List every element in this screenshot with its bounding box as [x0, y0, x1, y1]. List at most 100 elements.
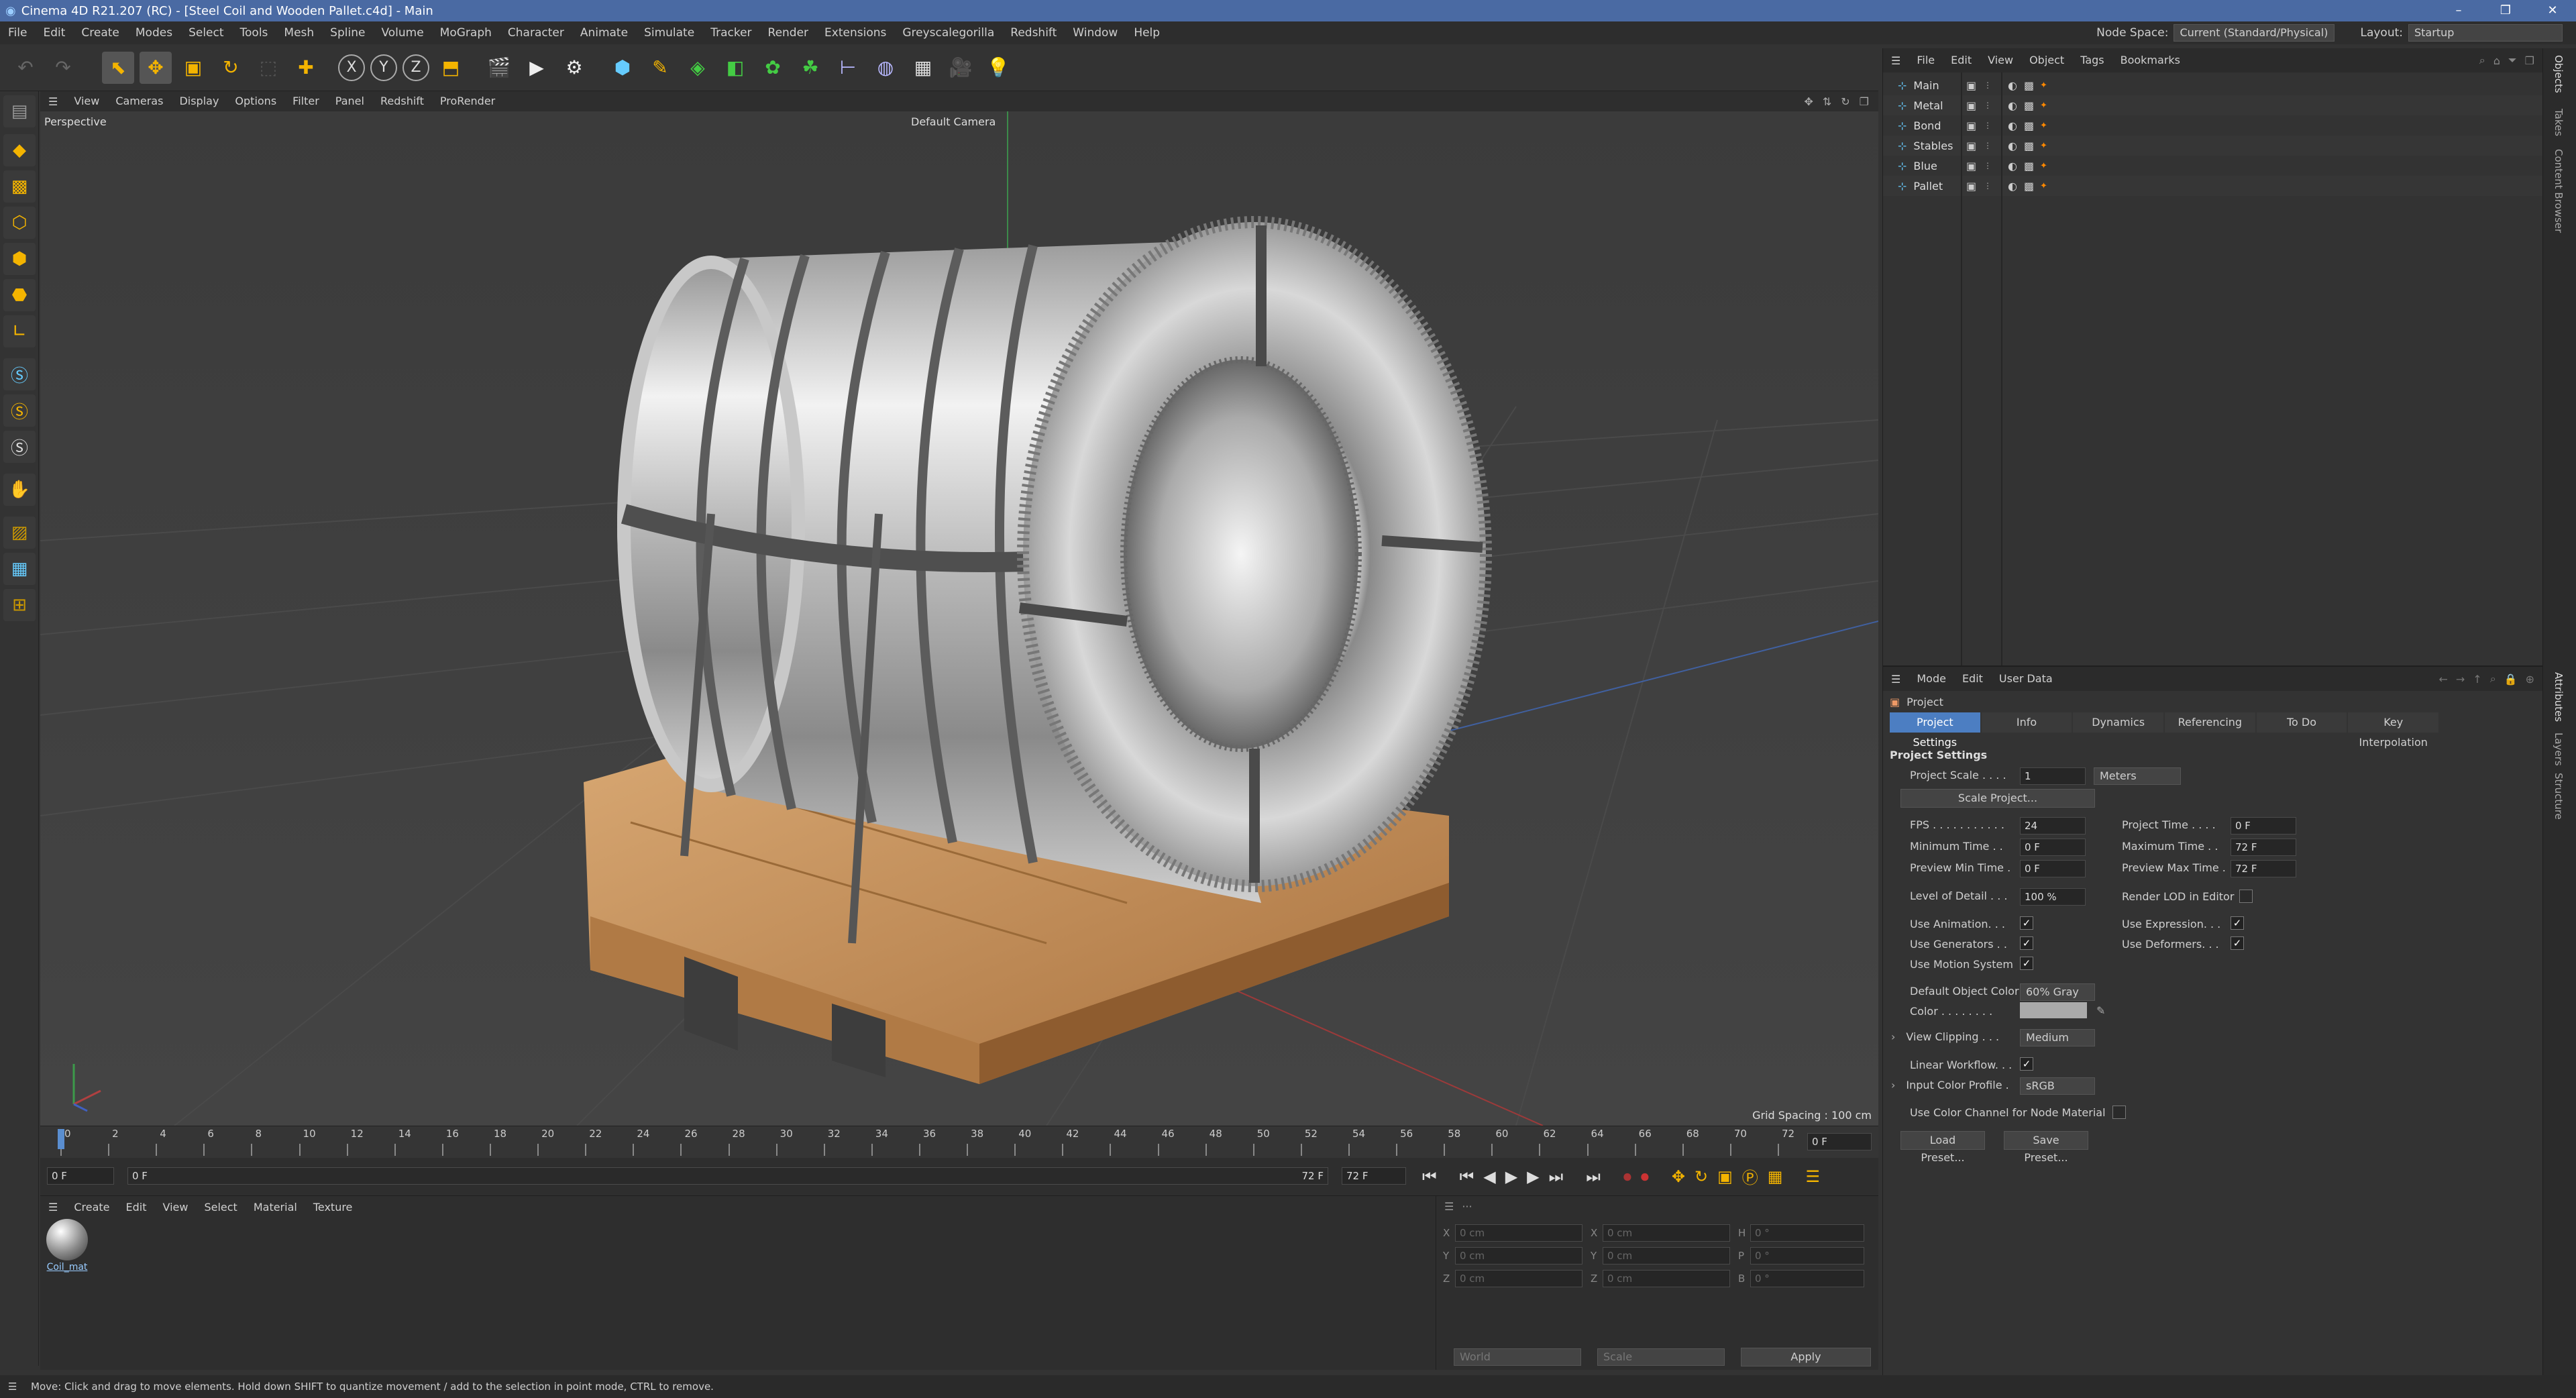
scale-tool-icon[interactable]: ▣ [177, 52, 209, 84]
attr-up-icon[interactable]: ↑ [2473, 673, 2481, 686]
material-swatch[interactable]: Coil_mat [44, 1216, 90, 1283]
menu-render[interactable]: Render [760, 21, 817, 44]
model-mode-icon[interactable]: ◆ [3, 134, 36, 166]
move-tool-icon[interactable]: ✥ [140, 51, 172, 84]
close-button[interactable]: ✕ [2529, 0, 2576, 21]
side-tab-layers[interactable]: Layers [2553, 733, 2565, 766]
coord-size-field[interactable]: 0 cm [1603, 1224, 1730, 1242]
create-tool-icon[interactable]: ✚ [290, 52, 322, 84]
phong-tag-icon[interactable]: ✦ [2040, 181, 2047, 191]
locked-workplane-icon[interactable]: ⊞ [3, 589, 36, 621]
minimize-button[interactable]: – [2435, 0, 2482, 21]
key-scale-icon[interactable]: ▣ [1717, 1167, 1733, 1186]
start-frame-field[interactable]: 0 F [47, 1167, 114, 1185]
z-axis-toggle[interactable]: Z [402, 54, 429, 81]
visibility-toggle-icon[interactable]: ▣ [1966, 160, 1976, 172]
om-home-icon[interactable]: ⌂ [2493, 54, 2500, 67]
use-expression-checkbox[interactable]: ✓ [2231, 916, 2244, 930]
visibility-toggle-icon[interactable]: ▣ [1966, 180, 1976, 193]
object-name[interactable]: Pallet [1913, 180, 1953, 193]
side-tab-attributes[interactable]: Attributes [2553, 672, 2565, 722]
coord-rotation-field[interactable]: 0 ° [1750, 1270, 1864, 1287]
viewport-menu-prorender[interactable]: ProRender [432, 91, 503, 111]
material-menu-view[interactable]: View [155, 1201, 197, 1214]
coord-size-field[interactable]: 0 cm [1603, 1270, 1730, 1287]
go-to-end-icon[interactable]: ⏭ [1586, 1167, 1601, 1186]
object-row[interactable]: ⊹ Main ▣ ⋮ ◐ ▩ ✦ [1883, 75, 2542, 95]
material-tag-icon[interactable]: ◐ [2008, 180, 2017, 193]
color-channel-checkbox[interactable] [2112, 1106, 2126, 1119]
object-name[interactable]: Blue [1913, 160, 1953, 172]
viewport-menu-view[interactable]: View [66, 91, 107, 111]
load-preset-button[interactable]: Load Preset... [1900, 1131, 1985, 1164]
snap-settings-icon[interactable]: Ⓢ [3, 394, 36, 427]
attr-menu-mode[interactable]: Mode [1909, 667, 1954, 691]
render-dots-icon[interactable]: ⋮ [1984, 161, 1992, 170]
linear-workflow-checkbox[interactable]: ✓ [2020, 1057, 2033, 1071]
material-menu-edit[interactable]: Edit [118, 1201, 155, 1214]
material-menu-material[interactable]: Material [246, 1201, 305, 1214]
viewport-hamburger-icon[interactable]: ☰ [40, 95, 66, 108]
tweak-mode-icon[interactable]: ✋ [3, 474, 36, 506]
max-time-field[interactable]: 72 F [2231, 839, 2296, 856]
polygons-mode-icon[interactable]: ⬣ [3, 279, 36, 311]
texture-mode-icon[interactable]: ▩ [3, 170, 36, 203]
node-space-select[interactable]: Current (Standard/Physical) [2174, 24, 2335, 42]
menu-extensions[interactable]: Extensions [816, 21, 894, 44]
visibility-toggle-icon[interactable]: ▣ [1966, 119, 1976, 132]
material-menu-create[interactable]: Create [66, 1201, 117, 1214]
timeline-ruler[interactable]: 0 2 4 6 8 10 12 14 16 18 20 22 24 26 28 30 32 34 36 38 40 42 4… [40, 1126, 1878, 1158]
menu-window[interactable]: Window [1065, 21, 1126, 44]
object-name[interactable]: Metal [1913, 99, 1953, 112]
om-menu-object[interactable]: Object [2021, 48, 2072, 72]
attr-new-icon[interactable]: ⊕ [2526, 673, 2534, 686]
timeline-window-icon[interactable]: ☰ [1805, 1167, 1820, 1186]
viewport-camera-label[interactable]: Default Camera [911, 115, 996, 128]
min-time-field[interactable]: 0 F [2020, 839, 2086, 856]
view-clipping-expand-icon[interactable]: › [1891, 1030, 1895, 1043]
attr-search-icon[interactable]: ⌕ [2490, 672, 2496, 686]
menu-create[interactable]: Create [73, 21, 127, 44]
points-mode-icon[interactable]: ⬡ [3, 207, 36, 239]
tab-referencing[interactable]: Referencing [2165, 712, 2255, 733]
viewport-menu-cameras[interactable]: Cameras [107, 91, 171, 111]
color-swatch[interactable] [2020, 1002, 2087, 1018]
menu-character[interactable]: Character [500, 21, 572, 44]
viewport-menu-redshift[interactable]: Redshift [372, 91, 432, 111]
om-search-icon[interactable]: ⌕ [2479, 54, 2485, 67]
coord-rotation-field[interactable]: 0 ° [1750, 1224, 1864, 1242]
om-menu-file[interactable]: File [1909, 48, 1943, 72]
frame-range-slider[interactable]: 0 F 72 F [127, 1167, 1328, 1185]
status-hamburger-icon[interactable]: ☰ [8, 1375, 17, 1398]
viewport-rotate-icon[interactable]: ↻ [1841, 95, 1849, 108]
end-frame-field[interactable]: 72 F [1342, 1167, 1406, 1185]
render-view-icon[interactable]: ▶ [521, 52, 553, 84]
key-param-icon[interactable]: Ⓟ [1742, 1165, 1758, 1188]
floor-icon[interactable]: ▦ [907, 52, 939, 84]
project-time-field[interactable]: 0 F [2231, 817, 2296, 835]
tab-to-do[interactable]: To Do [2256, 712, 2347, 733]
preview-max-field[interactable]: 72 F [2231, 860, 2296, 877]
material-name[interactable]: Coil_mat [44, 1262, 90, 1273]
tab-key-interpolation[interactable]: Key Interpolation [2348, 712, 2439, 749]
default-color-select[interactable]: 60% Gray [2020, 983, 2095, 1001]
texture-tag-icon[interactable]: ▩ [2024, 140, 2034, 152]
render-dots-icon[interactable]: ⋮ [1984, 101, 1992, 110]
select-tool-icon[interactable]: ⬉ [102, 51, 134, 84]
om-menu-tags[interactable]: Tags [2072, 48, 2112, 72]
menu-mograph[interactable]: MoGraph [432, 21, 500, 44]
object-row[interactable]: ⊹ Bond ▣ ⋮ ◐ ▩ ✦ [1883, 115, 2542, 136]
material-tag-icon[interactable]: ◐ [2008, 99, 2017, 112]
coordinates-hamburger-icon[interactable]: ☰ [1444, 1200, 1454, 1213]
om-new-view-icon[interactable]: ❐ [2525, 54, 2534, 67]
viewport-maximize-icon[interactable]: ❐ [1860, 95, 1869, 108]
3d-viewport[interactable]: Perspective Default Camera Grid Spacing … [40, 111, 1878, 1126]
undo-icon[interactable]: ↶ [9, 52, 42, 84]
scale-project-button[interactable]: Scale Project... [1900, 789, 2095, 808]
phong-tag-icon[interactable]: ✦ [2040, 141, 2047, 151]
snap-3d-icon[interactable]: Ⓢ [3, 431, 36, 463]
render-settings-icon[interactable]: ⚙ [558, 52, 590, 84]
next-key-icon[interactable]: ⏭ [1549, 1167, 1564, 1186]
fracture-icon[interactable]: ☘ [794, 52, 826, 84]
coord-position-field[interactable]: 0 cm [1455, 1247, 1582, 1265]
